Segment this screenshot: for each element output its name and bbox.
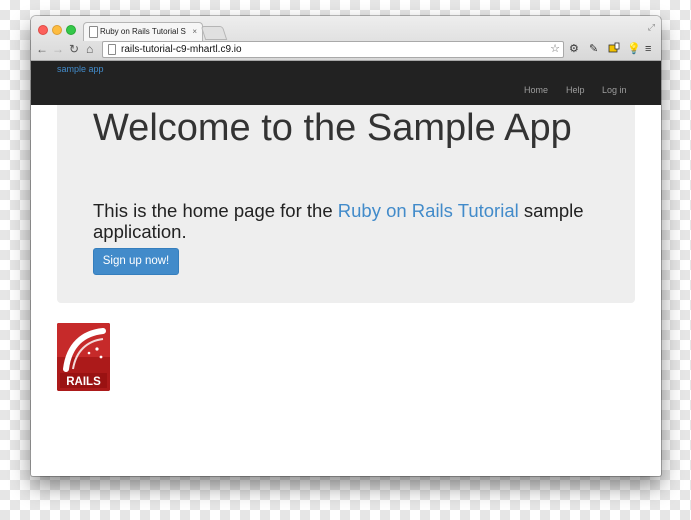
lead-text-before: This is the home page for the bbox=[93, 200, 338, 221]
page-icon bbox=[108, 44, 116, 55]
nav-link-home[interactable]: Home bbox=[524, 83, 548, 97]
browser-chrome: Ruby on Rails Tutorial Sam × ⤢ ← → ↻ ⌂ r… bbox=[31, 16, 661, 61]
jumbotron: Welcome to the Sample App This is the ho… bbox=[57, 105, 635, 303]
tab-close-icon[interactable]: × bbox=[192, 26, 197, 38]
brand-link[interactable]: sample app bbox=[57, 63, 104, 75]
rails-logo-graphic: RAILS bbox=[57, 323, 110, 391]
rails-logo[interactable]: RAILS bbox=[57, 323, 110, 391]
signup-button[interactable]: Sign up now! bbox=[93, 248, 179, 275]
address-bar[interactable]: rails-tutorial-c9-mhartl.c9.io ☆ bbox=[102, 41, 564, 58]
lead-text: This is the home page for the Ruby on Ra… bbox=[93, 200, 593, 242]
star-icon[interactable]: ☆ bbox=[550, 42, 560, 57]
window-zoom-button[interactable] bbox=[66, 25, 76, 35]
new-tab-button[interactable] bbox=[200, 26, 228, 40]
fullscreen-icon[interactable]: ⤢ bbox=[648, 21, 655, 33]
window-minimize-button[interactable] bbox=[52, 25, 62, 35]
window-close-button[interactable] bbox=[38, 25, 48, 35]
browser-window: Ruby on Rails Tutorial Sam × ⤢ ← → ↻ ⌂ r… bbox=[31, 16, 661, 476]
extension-icon-shape bbox=[608, 42, 620, 53]
page-heading: Welcome to the Sample App bbox=[93, 107, 572, 149]
home-icon[interactable]: ⌂ bbox=[86, 41, 93, 57]
browser-tab[interactable]: Ruby on Rails Tutorial Sam × bbox=[83, 22, 203, 41]
nav-link-help[interactable]: Help bbox=[566, 83, 585, 97]
rails-logo-text: RAILS bbox=[66, 376, 101, 388]
lightbulb-icon[interactable]: 💡 bbox=[627, 42, 641, 56]
back-icon[interactable]: ← bbox=[36, 41, 48, 57]
pen-icon[interactable]: ✎ bbox=[589, 42, 598, 56]
rails-tutorial-link[interactable]: Ruby on Rails Tutorial bbox=[338, 200, 519, 221]
menu-icon[interactable]: ≡ bbox=[645, 42, 651, 56]
page-icon bbox=[89, 26, 98, 38]
extension-icon[interactable] bbox=[608, 42, 620, 58]
gear-icon[interactable]: ⚙ bbox=[569, 42, 579, 56]
reload-icon[interactable]: ↻ bbox=[69, 41, 79, 57]
url-text[interactable]: rails-tutorial-c9-mhartl.c9.io bbox=[121, 42, 242, 57]
site-navbar: sample app Home Help Log in bbox=[31, 61, 661, 105]
nav-link-login[interactable]: Log in bbox=[602, 83, 627, 97]
forward-icon[interactable]: → bbox=[52, 41, 64, 57]
tab-title: Ruby on Rails Tutorial Sam bbox=[100, 27, 186, 36]
